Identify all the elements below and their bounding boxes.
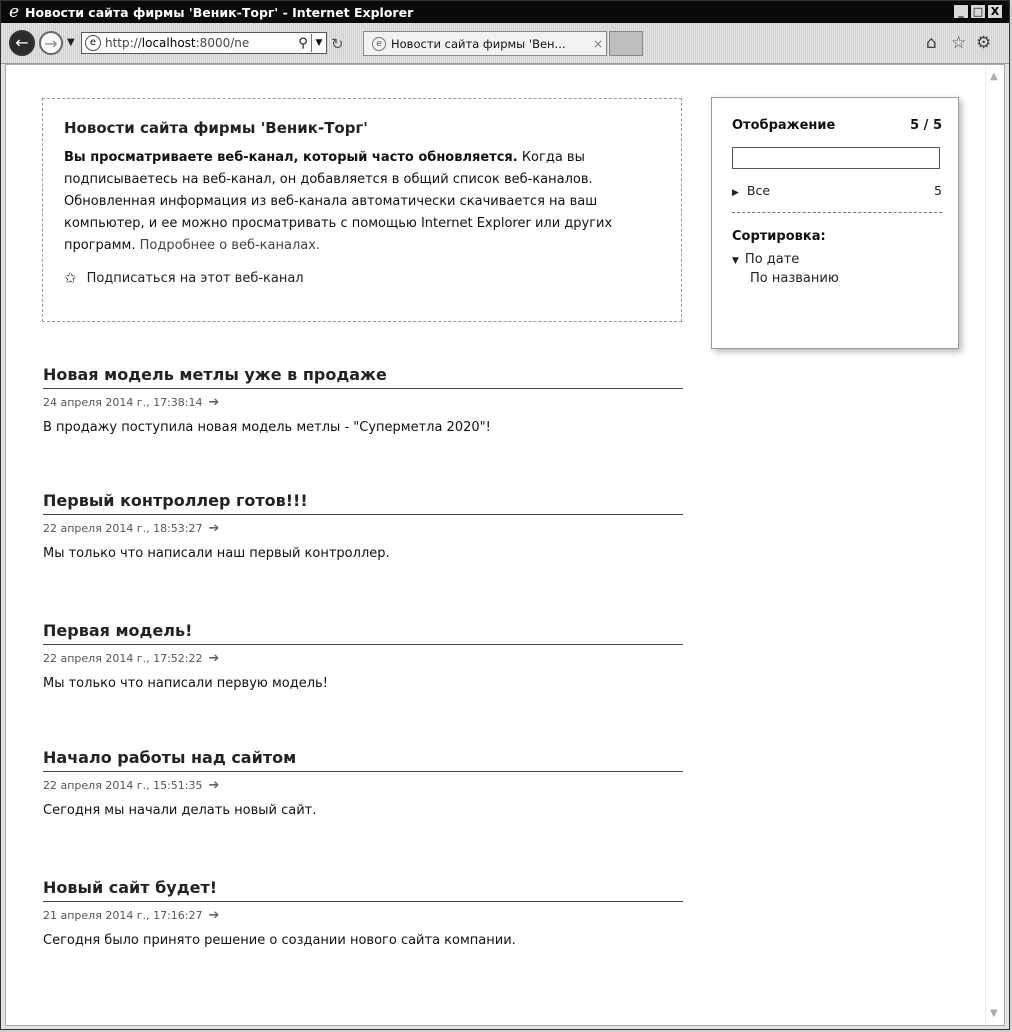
url-host: localhost <box>141 36 196 50</box>
navigation-toolbar: ← → ▼ e http://localhost:8000/ne ⚲ ▼ ↻ e… <box>1 23 1009 64</box>
tab-close-icon[interactable]: × <box>590 37 606 51</box>
feed-item: Первая модель! 22 апреля 2014 г., 17:52:… <box>43 621 683 691</box>
feed-item-date-row: 22 апреля 2014 г., 17:52:22 ➔ <box>43 651 683 666</box>
sort-heading: Сортировка: <box>732 229 826 244</box>
feed-item-title[interactable]: Новая модель метлы уже в продаже <box>43 365 683 389</box>
feed-item-date: 24 апреля 2014 г., 17:38:14 <box>43 396 203 409</box>
more-about-feeds-link[interactable]: Подробнее о веб-каналах. <box>140 238 320 253</box>
feed-item-date-row: 22 апреля 2014 г., 15:51:35 ➔ <box>43 778 683 793</box>
search-icon[interactable]: ⚲ <box>295 36 311 51</box>
feed-item-text: Сегодня было принято решение о создании … <box>43 933 516 948</box>
scroll-down-icon[interactable]: ▼ <box>990 1008 998 1019</box>
feed-title: Новости сайта фирмы 'Веник-Торг' <box>64 119 368 137</box>
go-arrow-icon[interactable]: ➔ <box>208 395 219 410</box>
feed-item-date-row: 24 апреля 2014 г., 17:38:14 ➔ <box>43 395 683 410</box>
feed-item-date: 21 апреля 2014 г., 17:16:27 <box>43 909 203 922</box>
feed-item-date-row: 21 апреля 2014 г., 17:16:27 ➔ <box>43 908 683 923</box>
feed-item: Первый контроллер готов!!! 22 апреля 201… <box>43 491 683 561</box>
display-count: 5 / 5 <box>910 118 942 133</box>
maximize-button[interactable]: □ <box>970 4 986 19</box>
address-dropdown-icon[interactable]: ▼ <box>311 34 326 52</box>
tab-active[interactable]: e Новости сайта фирмы 'Вен... × <box>363 31 607 56</box>
feed-item: Новая модель метлы уже в продаже 24 апре… <box>43 365 683 435</box>
scroll-up-icon[interactable]: ▲ <box>990 71 998 82</box>
sort-by-date-label: По дате <box>744 252 800 267</box>
feed-item-text: Мы только что написали первую модель! <box>43 676 328 691</box>
forward-button[interactable]: → <box>39 31 63 55</box>
subscribe-link[interactable]: ✩ Подписаться на этот веб-канал <box>64 269 661 287</box>
feed-item-title[interactable]: Новый сайт будет! <box>43 878 683 902</box>
feed-item-text: В продажу поступила новая модель метлы -… <box>43 420 491 435</box>
feed-item-title[interactable]: Первый контроллер готов!!! <box>43 491 683 515</box>
category-all-count: 5 <box>934 183 942 198</box>
address-url[interactable]: http://localhost:8000/ne <box>105 36 295 50</box>
minimize-button[interactable]: _ <box>953 4 969 19</box>
subscribe-star-icon: ✩ <box>64 269 77 287</box>
tools-gear-icon[interactable]: ⚙ <box>976 33 991 53</box>
feed-description-bold: Вы просматриваете веб-канал, который час… <box>64 150 518 165</box>
vertical-scrollbar[interactable]: ▲ ▼ <box>985 65 1004 1025</box>
window-controls: _ □ X <box>953 4 1003 19</box>
feed-item-text: Сегодня мы начали делать новый сайт. <box>43 803 317 818</box>
display-label: Отображение <box>732 118 836 133</box>
category-all-label: Все <box>746 183 771 198</box>
page-content: Новости сайта фирмы 'Веник-Торг' Вы прос… <box>5 64 1005 1026</box>
address-bar[interactable]: e http://localhost:8000/ne ⚲ ▼ <box>81 32 327 54</box>
ie-logo-icon: e <box>8 2 20 22</box>
sort-arrow-icon: ▼ <box>732 256 739 266</box>
go-arrow-icon[interactable]: ➔ <box>208 908 219 923</box>
subscribe-label: Подписаться на этот веб-канал <box>86 270 304 286</box>
title-bar: e Новости сайта фирмы 'Веник-Торг' - Int… <box>1 1 1009 23</box>
close-button[interactable]: X <box>987 4 1003 19</box>
category-all[interactable]: ▶ Все 5 <box>732 183 942 213</box>
go-arrow-icon[interactable]: ➔ <box>208 651 219 666</box>
sort-by-date[interactable]: ▼ По дате <box>732 252 942 267</box>
feed-sidebar: Отображение 5 / 5 ▶ Все 5 Сортировка: ▼ По… <box>711 97 959 349</box>
sort-by-name[interactable]: По названию <box>732 271 942 286</box>
new-tab-button[interactable] <box>609 31 643 56</box>
window-title: Новости сайта фирмы 'Веник-Торг' - Inter… <box>25 4 414 20</box>
home-icon[interactable]: ⌂ <box>926 33 937 53</box>
page-globe-icon: e <box>85 35 101 51</box>
feed-item-text: Мы только что написали наш первый контро… <box>43 546 390 561</box>
url-prefix: http:// <box>105 36 142 50</box>
go-arrow-icon[interactable]: ➔ <box>208 521 219 536</box>
filter-input[interactable] <box>732 147 940 169</box>
go-arrow-icon[interactable]: ➔ <box>208 778 219 793</box>
tab-title: Новости сайта фирмы 'Вен... <box>391 36 566 51</box>
feed-item: Начало работы над сайтом 22 апреля 2014 … <box>43 748 683 818</box>
feed-item-date: 22 апреля 2014 г., 15:51:35 <box>43 779 203 792</box>
display-header: Отображение 5 / 5 <box>732 118 942 133</box>
feed-info-box: Новости сайта фирмы 'Веник-Торг' Вы прос… <box>42 98 682 322</box>
expand-arrow-icon: ▶ <box>732 188 739 198</box>
feed-item-title[interactable]: Первая модель! <box>43 621 683 645</box>
feed-item: Новый сайт будет! 21 апреля 2014 г., 17:… <box>43 878 683 948</box>
feed-item-title[interactable]: Начало работы над сайтом <box>43 748 683 772</box>
refresh-icon[interactable]: ↻ <box>331 35 344 53</box>
browser-window: e Новости сайта фирмы 'Веник-Торг' - Int… <box>0 0 1010 1030</box>
favorites-star-icon[interactable]: ☆ <box>951 33 966 53</box>
tab-favicon-icon: e <box>372 36 386 51</box>
url-rest: :8000/ne <box>195 36 250 50</box>
feed-item-date: 22 апреля 2014 г., 18:53:27 <box>43 522 203 535</box>
history-dropdown-icon[interactable]: ▼ <box>67 37 75 48</box>
back-button[interactable]: ← <box>9 30 35 56</box>
feed-item-date: 22 апреля 2014 г., 17:52:22 <box>43 652 203 665</box>
feed-item-date-row: 22 апреля 2014 г., 18:53:27 ➔ <box>43 521 683 536</box>
feed-description: Вы просматриваете веб-канал, который час… <box>64 147 664 257</box>
